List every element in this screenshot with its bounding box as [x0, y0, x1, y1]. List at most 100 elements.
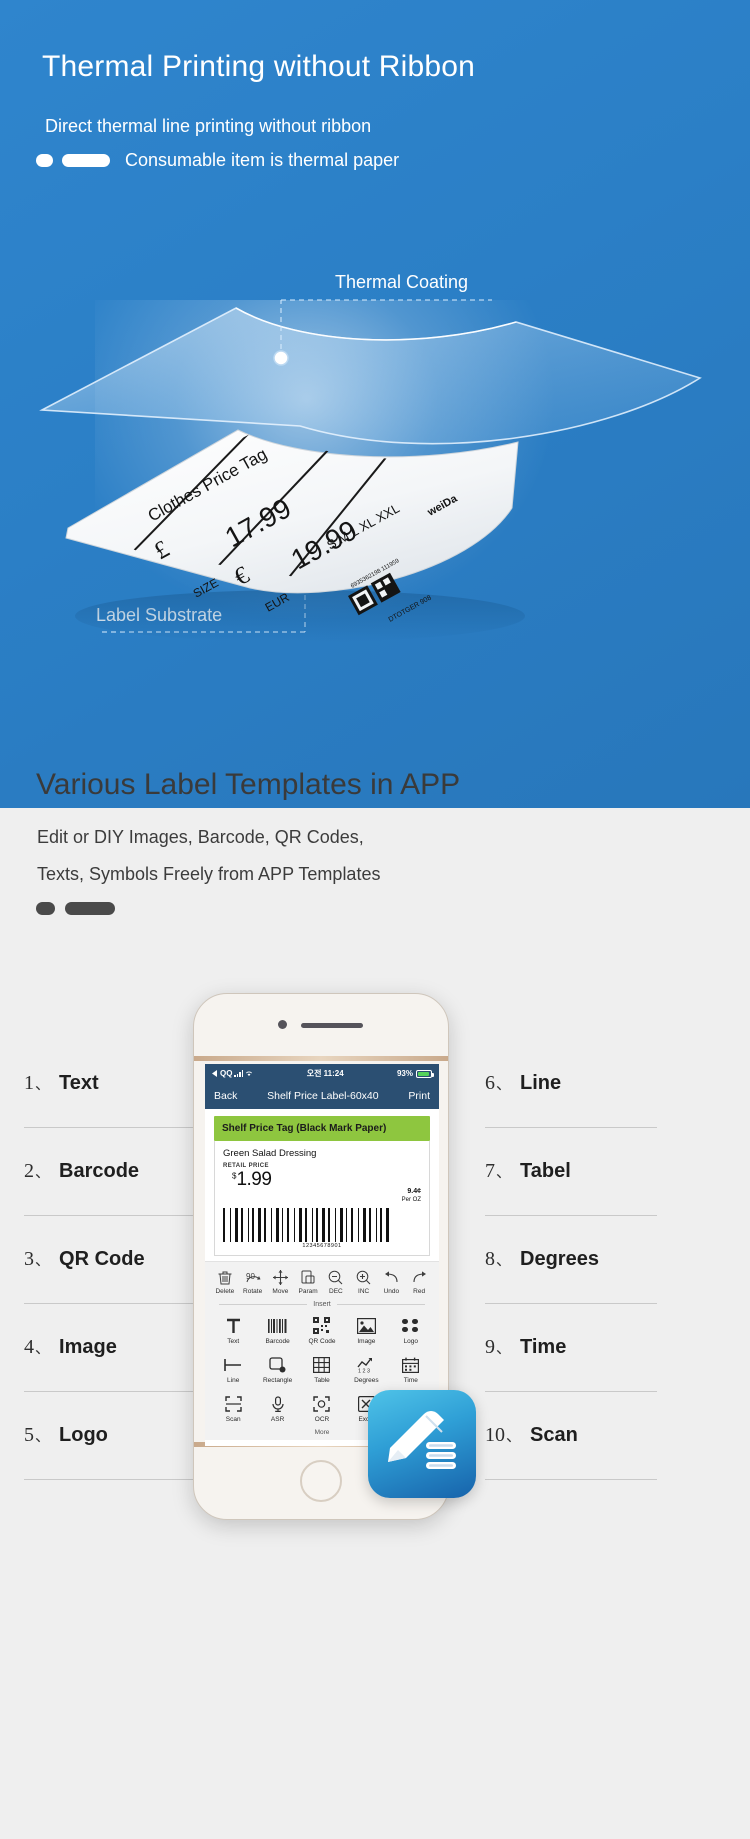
insert-label: Barcode	[265, 1337, 290, 1345]
asr-icon	[255, 1394, 299, 1414]
feature-item: 1 、 Text	[24, 1040, 196, 1128]
signal-bars-icon	[234, 1070, 244, 1077]
feature-separator: 、	[35, 1076, 51, 1093]
tool-label: Undo	[383, 1287, 400, 1295]
insert-image[interactable]: Image	[344, 1312, 388, 1348]
home-button[interactable]	[300, 1460, 342, 1502]
bullet-dot-large-dark	[65, 902, 115, 915]
insert-logo[interactable]: Logo	[389, 1312, 433, 1348]
bullet-dot-small	[36, 154, 53, 167]
insert-text[interactable]: Text	[211, 1312, 255, 1348]
feature-number: 1	[24, 1072, 34, 1094]
back-arrow-icon	[212, 1070, 217, 1077]
unit-price: 9.4¢	[407, 1188, 421, 1195]
redo-icon	[405, 1269, 433, 1286]
edit-toolbar: Delete 90 Rotate Move Param DEC INC Undo…	[205, 1260, 439, 1299]
insert-label: Logo	[403, 1337, 419, 1345]
insert-degrees[interactable]: 1 2 3 Degrees	[344, 1351, 388, 1387]
tool-label: Move	[272, 1287, 289, 1295]
price-block: $1.99	[232, 1169, 272, 1191]
feature-label: Image	[59, 1336, 117, 1358]
logo-icon	[389, 1316, 433, 1336]
feature-number: 9	[485, 1336, 495, 1358]
line-icon	[211, 1355, 255, 1375]
scan-icon	[211, 1394, 255, 1414]
rotate-icon: 90	[239, 1269, 267, 1286]
status-left: QQ	[212, 1069, 253, 1078]
tool-param[interactable]: Param	[294, 1269, 322, 1295]
navbar-title: Shelf Price Label-60x40	[267, 1090, 379, 1102]
text-icon	[211, 1316, 255, 1336]
insert-asr[interactable]: ASR	[255, 1390, 299, 1426]
barcode-number: 12345678901	[302, 1242, 342, 1249]
feature-item: 7 、 Tabel	[485, 1128, 657, 1216]
battery-icon	[416, 1069, 434, 1078]
section-bullets	[36, 902, 115, 915]
earpiece-speaker	[301, 1023, 363, 1028]
ocr-icon	[300, 1394, 344, 1414]
insert-table[interactable]: Table	[300, 1351, 344, 1387]
tool-label: Red	[413, 1287, 426, 1295]
divider-line-left	[219, 1303, 308, 1305]
tool-redo[interactable]: Red	[405, 1269, 433, 1295]
insert-label: ASR	[270, 1415, 285, 1423]
tool-dec[interactable]: DEC	[322, 1269, 350, 1295]
feature-separator: 、	[35, 1428, 51, 1445]
feature-number: 10	[485, 1424, 505, 1446]
insert-label: Time	[403, 1376, 418, 1384]
tool-delete[interactable]: Delete	[211, 1269, 239, 1295]
insert-qrcode[interactable]: QR Code	[300, 1312, 344, 1348]
feature-item: 5 、 Logo	[24, 1392, 196, 1480]
insert-label: Degrees	[354, 1376, 379, 1384]
feature-label: Text	[59, 1072, 99, 1094]
price-amount: 1.99	[236, 1169, 272, 1190]
tool-label: INC	[358, 1287, 370, 1295]
feature-label: Scan	[530, 1424, 578, 1446]
insert-time[interactable]: Time	[389, 1351, 433, 1387]
insert-barcode[interactable]: Barcode	[255, 1312, 299, 1348]
feature-item: 8 、 Degrees	[485, 1216, 657, 1304]
feature-label: Barcode	[59, 1160, 140, 1182]
insert-label: Rectangle	[262, 1376, 293, 1384]
phone-antenna-band-top	[194, 1056, 448, 1061]
tool-rotate[interactable]: 90 Rotate	[239, 1269, 267, 1295]
tool-undo[interactable]: Undo	[378, 1269, 406, 1295]
print-button[interactable]: Print	[408, 1090, 430, 1102]
tool-move[interactable]: Move	[267, 1269, 295, 1295]
unit-label: Per OZ	[401, 1197, 421, 1204]
insert-label: Table	[314, 1376, 330, 1384]
app-icon-badge[interactable]	[368, 1390, 476, 1498]
insert-line[interactable]: Line	[211, 1351, 255, 1387]
insert-divider: Insert	[205, 1298, 439, 1309]
image-icon	[344, 1316, 388, 1336]
price-row: $1.99 9.4¢ Per OZ	[223, 1169, 421, 1205]
carrier-label: QQ	[220, 1069, 233, 1078]
feature-item: 6 、 Line	[485, 1040, 657, 1128]
phone-screen: QQ 오전 11:24 93% Back Shelf Price Label-6…	[205, 1064, 439, 1446]
tool-label: Delete	[215, 1287, 235, 1295]
feature-separator: 、	[506, 1428, 522, 1445]
back-button[interactable]: Back	[214, 1090, 237, 1102]
zoom-in-icon	[350, 1269, 378, 1286]
feature-separator: 、	[496, 1340, 512, 1357]
label-card[interactable]: Green Salad Dressing RETAIL PRICE $1.99 …	[214, 1141, 430, 1256]
battery-percent-label: 93%	[396, 1069, 413, 1078]
insert-rectangle[interactable]: Rectangle	[255, 1351, 299, 1387]
feature-number: 4	[24, 1336, 34, 1358]
insert-ocr[interactable]: OCR	[300, 1390, 344, 1426]
feature-separator: 、	[496, 1164, 512, 1181]
feature-list-right: 6 、 Line 7 、 Tabel 8 、 Degrees 9 、 Time …	[485, 1040, 657, 1480]
feature-number: 5	[24, 1424, 34, 1446]
move-icon	[267, 1269, 295, 1286]
section-desc-line2: Texts, Symbols Freely from APP Templates	[37, 864, 381, 884]
tool-inc[interactable]: INC	[350, 1269, 378, 1295]
table-icon	[300, 1355, 344, 1375]
feature-separator: 、	[496, 1252, 512, 1269]
feature-label: QR Code	[59, 1248, 145, 1270]
insert-scan[interactable]: Scan	[211, 1390, 255, 1426]
status-time: 오전 11:24	[306, 1069, 344, 1078]
feature-number: 7	[485, 1160, 495, 1182]
price-label-card: Clothes Price Tag £ 17.99 € 19.99 SIZE E…	[65, 429, 525, 642]
hero-bullet-row: Consumable item is thermal paper	[36, 150, 399, 171]
feature-label: Tabel	[520, 1160, 571, 1182]
